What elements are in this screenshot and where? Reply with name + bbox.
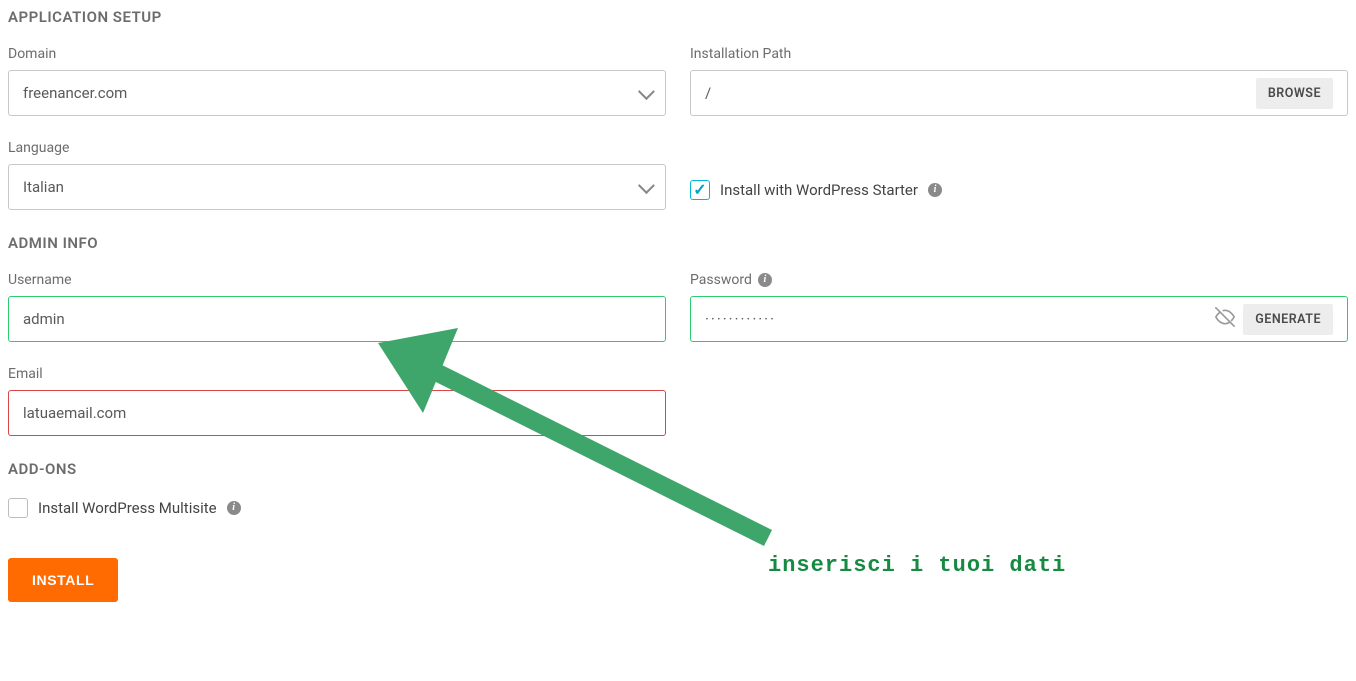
password-value: ············ <box>705 310 776 328</box>
section-admin-info: ADMIN INFO <box>8 234 1348 252</box>
email-input[interactable]: latuaemail.com <box>8 390 666 436</box>
domain-select[interactable]: freenancer.com <box>8 70 666 116</box>
section-application-setup: APPLICATION SETUP <box>8 8 1348 26</box>
visibility-off-icon[interactable] <box>1215 307 1235 332</box>
label-username: Username <box>8 272 666 288</box>
generate-button[interactable]: GENERATE <box>1243 304 1333 335</box>
label-email: Email <box>8 366 666 382</box>
label-installation-path: Installation Path <box>690 46 1348 62</box>
label-language: Language <box>8 140 666 156</box>
wp-starter-label: Install with WordPress Starter <box>720 181 918 199</box>
multisite-checkbox[interactable] <box>8 498 28 518</box>
annotation-arrow <box>368 318 788 558</box>
browse-button[interactable]: BROWSE <box>1256 78 1333 109</box>
language-value: Italian <box>23 178 64 196</box>
installation-path-input[interactable]: / BROWSE <box>690 70 1348 116</box>
section-addons: ADD-ONS <box>8 460 1348 478</box>
label-password: Password <box>690 272 1348 288</box>
info-icon[interactable] <box>758 273 772 287</box>
installation-path-value: / <box>705 84 711 102</box>
username-input[interactable]: admin <box>8 296 666 342</box>
label-domain: Domain <box>8 46 666 62</box>
info-icon[interactable] <box>227 501 241 515</box>
annotation-text: inserisci i tuoi dati <box>768 553 1066 578</box>
language-select[interactable]: Italian <box>8 164 666 210</box>
chevron-down-icon <box>638 83 655 100</box>
email-value: latuaemail.com <box>23 404 126 422</box>
multisite-label: Install WordPress Multisite <box>38 499 217 517</box>
password-input[interactable]: ············ GENERATE <box>690 296 1348 342</box>
wp-starter-checkbox[interactable] <box>690 180 710 200</box>
username-value: admin <box>23 310 65 328</box>
info-icon[interactable] <box>928 183 942 197</box>
install-button[interactable]: INSTALL <box>8 558 118 602</box>
domain-value: freenancer.com <box>23 84 127 102</box>
chevron-down-icon <box>638 177 655 194</box>
